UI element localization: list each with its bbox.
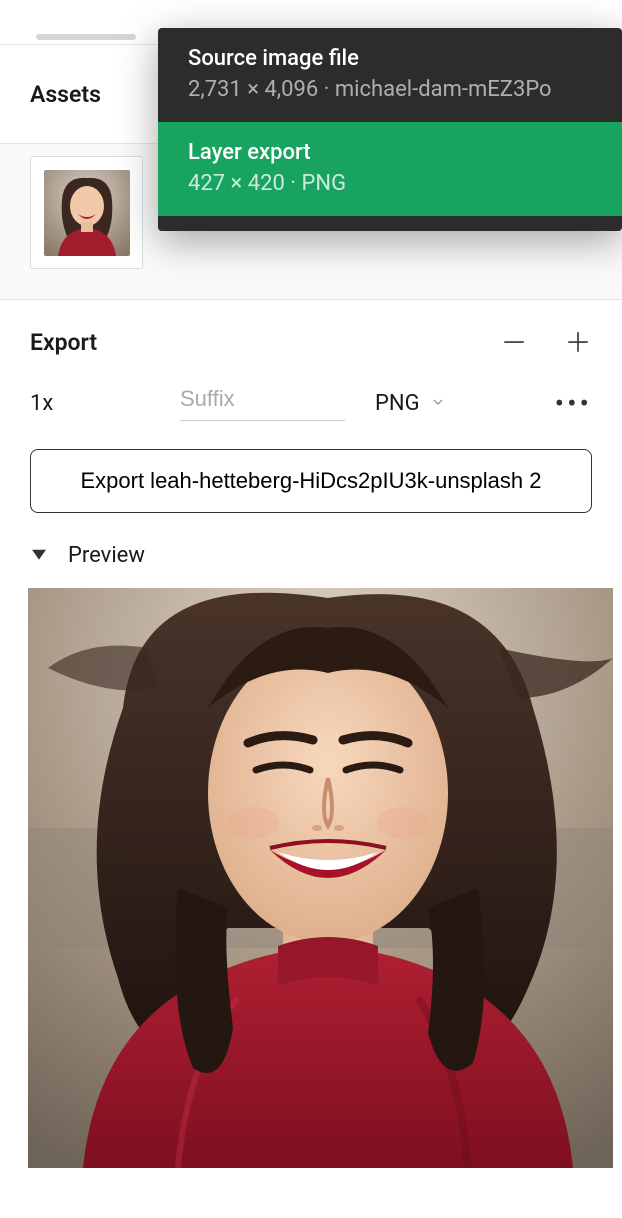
preview-toggle[interactable]: Preview [30,543,592,568]
add-export-button[interactable] [564,328,592,356]
minus-icon [501,329,527,355]
export-more-button[interactable]: ••• [555,397,592,411]
export-format-label: PNG [375,391,420,416]
dropdown-footer [158,216,622,231]
export-button[interactable]: Export leah-hetteberg-HiDcs2pIU3k-unspla… [30,449,592,513]
chevron-down-icon [430,391,446,416]
dropdown-option-title: Layer export [188,140,592,165]
dropdown-option-layer-export[interactable]: Layer export 427 × 420 · PNG [158,122,622,216]
preview-label: Preview [68,543,145,568]
dropdown-option-title: Source image file [188,46,592,71]
export-format-select[interactable]: PNG [375,391,446,416]
export-scale[interactable]: 1x [30,391,180,416]
asset-thumbnail[interactable] [30,156,143,269]
dropdown-option-subtitle: 2,731 × 4,096 · michael-dam-mEZ3Po [188,77,592,102]
plus-icon [565,329,591,355]
dropdown-option-source-image[interactable]: Source image file 2,731 × 4,096 · michae… [158,28,622,122]
export-suffix-field [180,386,345,421]
triangle-down-icon [32,546,46,565]
export-title: Export [30,329,97,356]
horizontal-scrollbar[interactable] [36,34,136,40]
remove-export-button[interactable] [500,328,528,356]
export-header: Export [30,328,592,356]
export-suffix-input[interactable] [180,386,345,412]
export-settings-row: 1x PNG ••• [30,386,592,421]
dropdown-option-subtitle: 427 × 420 · PNG [188,171,592,196]
asset-thumbnail-image [44,170,130,256]
export-section: Export 1x PN [0,300,622,1168]
image-export-dropdown: Source image file 2,731 × 4,096 · michae… [158,28,622,231]
export-preview-image [28,588,613,1168]
assets-title: Assets [30,81,101,108]
